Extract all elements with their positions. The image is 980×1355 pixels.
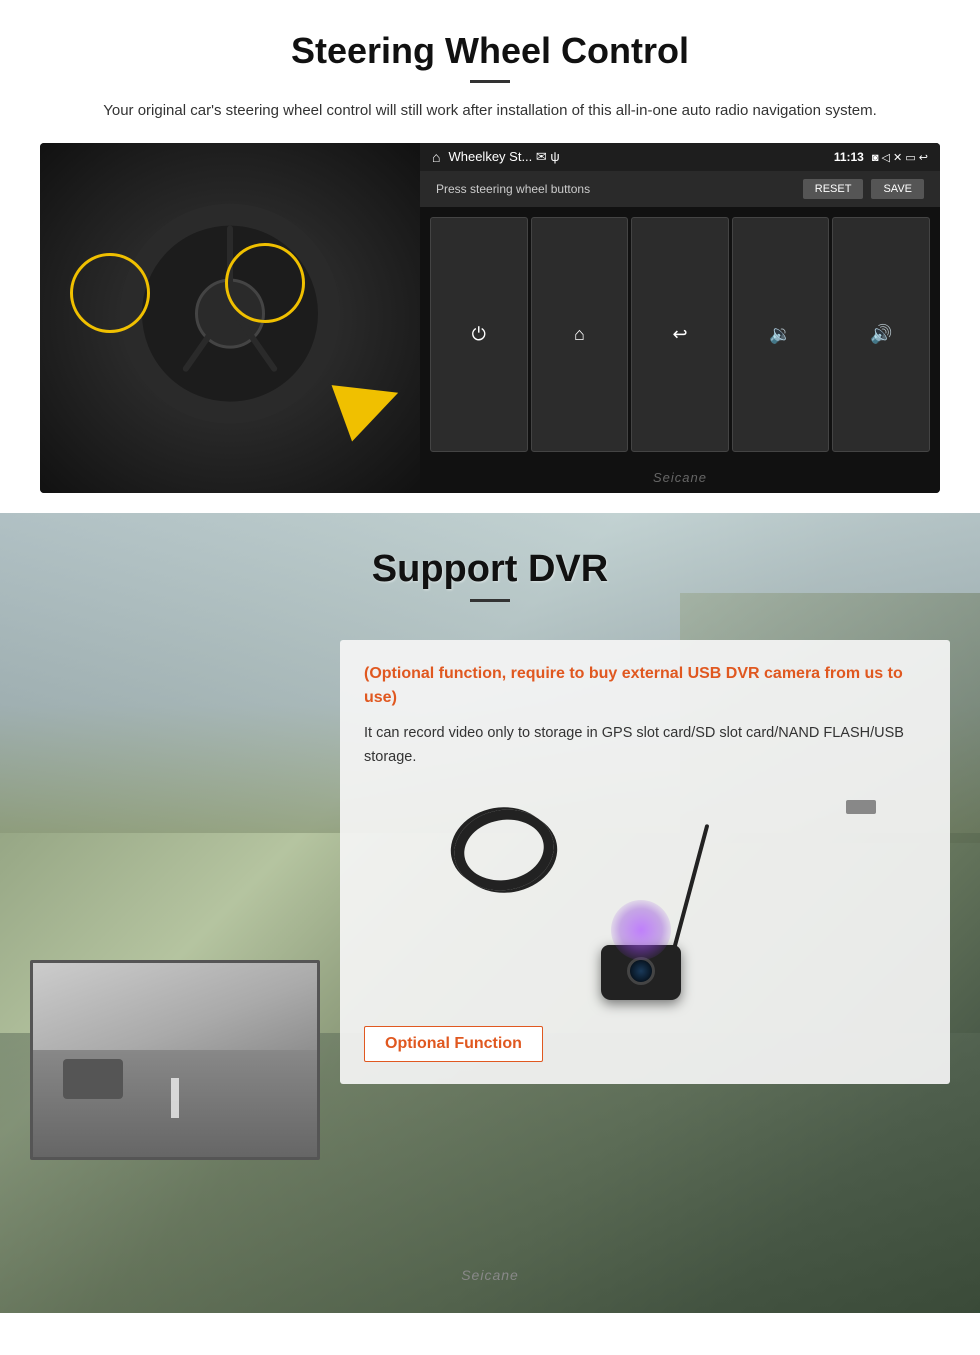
support-dvr-section: Support DVR (Optional function, require … (0, 513, 980, 1313)
swc-title: Steering Wheel Control (40, 30, 940, 72)
yellow-arrow (332, 365, 409, 442)
swc-subtitle: Your original car's steering wheel contr… (40, 99, 940, 123)
vol-up-button[interactable]: 🔊 (832, 217, 930, 452)
wheelkey-bar: Press steering wheel buttons RESET SAVE (420, 171, 940, 207)
control-buttons-row[interactable]: ⏻ ⌂ ↩ 🔉 🔊 (420, 207, 940, 462)
dvr-camera-thumbnail (30, 960, 320, 1160)
dvr-description: It can record video only to storage in G… (364, 722, 926, 770)
camera-cable (672, 824, 710, 951)
dvr-optional-notice: (Optional function, require to buy exter… (364, 662, 926, 710)
back-button[interactable]: ↩ (631, 217, 729, 452)
dvr-content: (Optional function, require to buy exter… (0, 620, 980, 1180)
camera-lens (627, 957, 655, 985)
screen-watermark: Seicane (420, 462, 940, 493)
wheelkey-instruction: Press steering wheel buttons (436, 182, 590, 196)
camera-cable-coil (448, 802, 560, 898)
optional-badge-label: Optional Function (364, 1026, 543, 1062)
dvr-title-area: Support DVR (0, 513, 980, 620)
optional-function-badge: Optional Function (364, 1026, 926, 1062)
reset-button[interactable]: RESET (803, 179, 864, 199)
steering-wheel-photo (40, 143, 420, 493)
dvr-camera-product-image (364, 790, 926, 1010)
swc-title-divider (470, 80, 510, 83)
wheel-outer-ring (120, 204, 340, 424)
vol-down-button[interactable]: 🔉 (732, 217, 830, 452)
highlight-circle-right (225, 243, 305, 323)
steering-wheel-control-section: Steering Wheel Control Your original car… (0, 0, 980, 513)
status-bar: ⌂ Wheelkey St... ✉ ψ 11:13 ◙ ◁ ✕ ▭ ↩ (420, 143, 940, 171)
thumb-lane-marker (171, 1078, 179, 1118)
wheelkey-buttons[interactable]: RESET SAVE (803, 179, 924, 199)
home-status-icon: ⌂ (432, 149, 440, 165)
camera-usb-plug (846, 800, 876, 814)
status-time: 11:13 (834, 150, 864, 164)
status-title: Wheelkey St... ✉ ψ (448, 149, 825, 165)
dvr-info-card: (Optional function, require to buy exter… (340, 640, 950, 1084)
power-button[interactable]: ⏻ (430, 217, 528, 452)
highlight-circle-left (70, 253, 150, 333)
camera-purple-glow (611, 900, 671, 960)
save-button[interactable]: SAVE (871, 179, 924, 199)
dvr-watermark: Seicane (461, 1267, 519, 1283)
thumb-car (63, 1059, 123, 1099)
android-screen: ⌂ Wheelkey St... ✉ ψ 11:13 ◙ ◁ ✕ ▭ ↩ Pre… (420, 143, 940, 493)
swc-composite-image: ⌂ Wheelkey St... ✉ ψ 11:13 ◙ ◁ ✕ ▭ ↩ Pre… (40, 143, 940, 493)
dvr-title-divider (470, 599, 510, 602)
status-icons: ◙ ◁ ✕ ▭ ↩ (872, 151, 928, 164)
home-button[interactable]: ⌂ (531, 217, 629, 452)
dvr-title: Support DVR (0, 548, 980, 591)
